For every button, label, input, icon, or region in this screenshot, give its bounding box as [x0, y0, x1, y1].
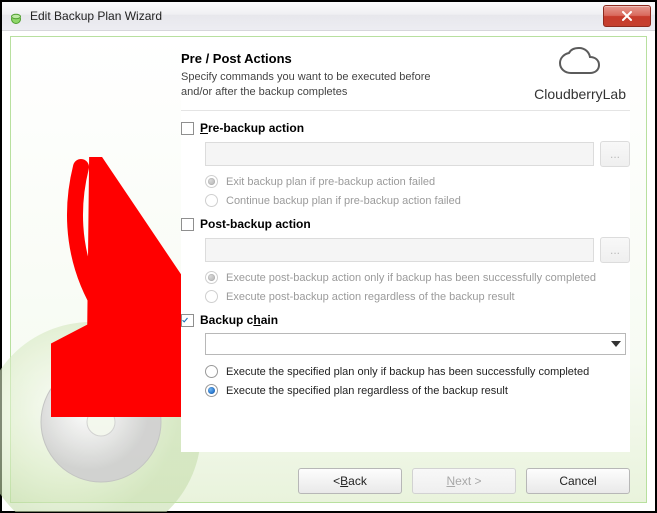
page-subtitle: Specify commands you want to be executed… [181, 70, 461, 100]
backup-chain-radio-regardless-label: Execute the specified plan regardless of… [226, 385, 508, 397]
pre-backup-radio-exit[interactable] [205, 175, 218, 188]
client-area: Pre / Post Actions Specify commands you … [4, 32, 653, 509]
backup-chain-radio-regardless[interactable] [205, 384, 218, 397]
app-frame: Edit Backup Plan Wizard [0, 0, 657, 513]
brand-name: CloudberryLab [534, 86, 626, 102]
backup-chain-section: Backup chain Execute the specified plan … [181, 313, 630, 397]
pre-backup-label: Pre-backup action [200, 121, 304, 135]
post-backup-radio-only-success-label: Execute post-backup action only if backu… [226, 272, 596, 284]
cancel-button[interactable]: Cancel [526, 468, 630, 494]
page-header: Pre / Post Actions Specify commands you … [181, 47, 630, 102]
post-backup-radio-regardless-label: Execute post-backup action regardless of… [226, 291, 515, 303]
post-backup-checkbox[interactable] [181, 218, 194, 231]
post-backup-label: Post-backup action [200, 217, 311, 231]
backup-chain-radio-only-success[interactable] [205, 365, 218, 378]
post-backup-command-input[interactable] [205, 238, 594, 262]
wizard-content: Pre / Post Actions Specify commands you … [181, 47, 630, 452]
backup-chain-label: Backup chain [200, 313, 278, 327]
backup-chain-checkbox[interactable] [181, 314, 194, 327]
divider [181, 110, 630, 111]
close-icon [621, 11, 633, 21]
titlebar: Edit Backup Plan Wizard [2, 2, 655, 31]
post-backup-radio-regardless[interactable] [205, 290, 218, 303]
chevron-down-icon [611, 341, 621, 347]
wizard-button-bar: < Back Next > Cancel [11, 460, 646, 502]
page-title: Pre / Post Actions [181, 51, 461, 66]
post-backup-section: Post-backup action ... Execute post-back… [181, 217, 630, 303]
pre-backup-browse-button[interactable]: ... [600, 141, 630, 167]
backup-chain-plan-dropdown[interactable] [205, 333, 626, 355]
next-button[interactable]: Next > [412, 468, 516, 494]
wizard-panel: Pre / Post Actions Specify commands you … [10, 36, 647, 503]
app-icon [8, 8, 24, 24]
post-backup-radio-only-success[interactable] [205, 271, 218, 284]
post-backup-browse-button[interactable]: ... [600, 237, 630, 263]
backup-chain-radio-only-success-label: Execute the specified plan only if backu… [226, 366, 589, 378]
window-title: Edit Backup Plan Wizard [30, 9, 162, 23]
brand-block: CloudberryLab [534, 47, 626, 102]
window-close-button[interactable] [603, 5, 651, 27]
cloud-icon [553, 47, 607, 81]
pre-backup-radio-continue[interactable] [205, 194, 218, 207]
pre-backup-radio-continue-label: Continue backup plan if pre-backup actio… [226, 195, 461, 207]
pre-backup-section: Pre-backup action ... Exit backup plan i… [181, 121, 630, 207]
pre-backup-checkbox[interactable] [181, 122, 194, 135]
back-button[interactable]: < Back [298, 468, 402, 494]
pre-backup-command-input[interactable] [205, 142, 594, 166]
pre-backup-radio-exit-label: Exit backup plan if pre-backup action fa… [226, 176, 435, 188]
